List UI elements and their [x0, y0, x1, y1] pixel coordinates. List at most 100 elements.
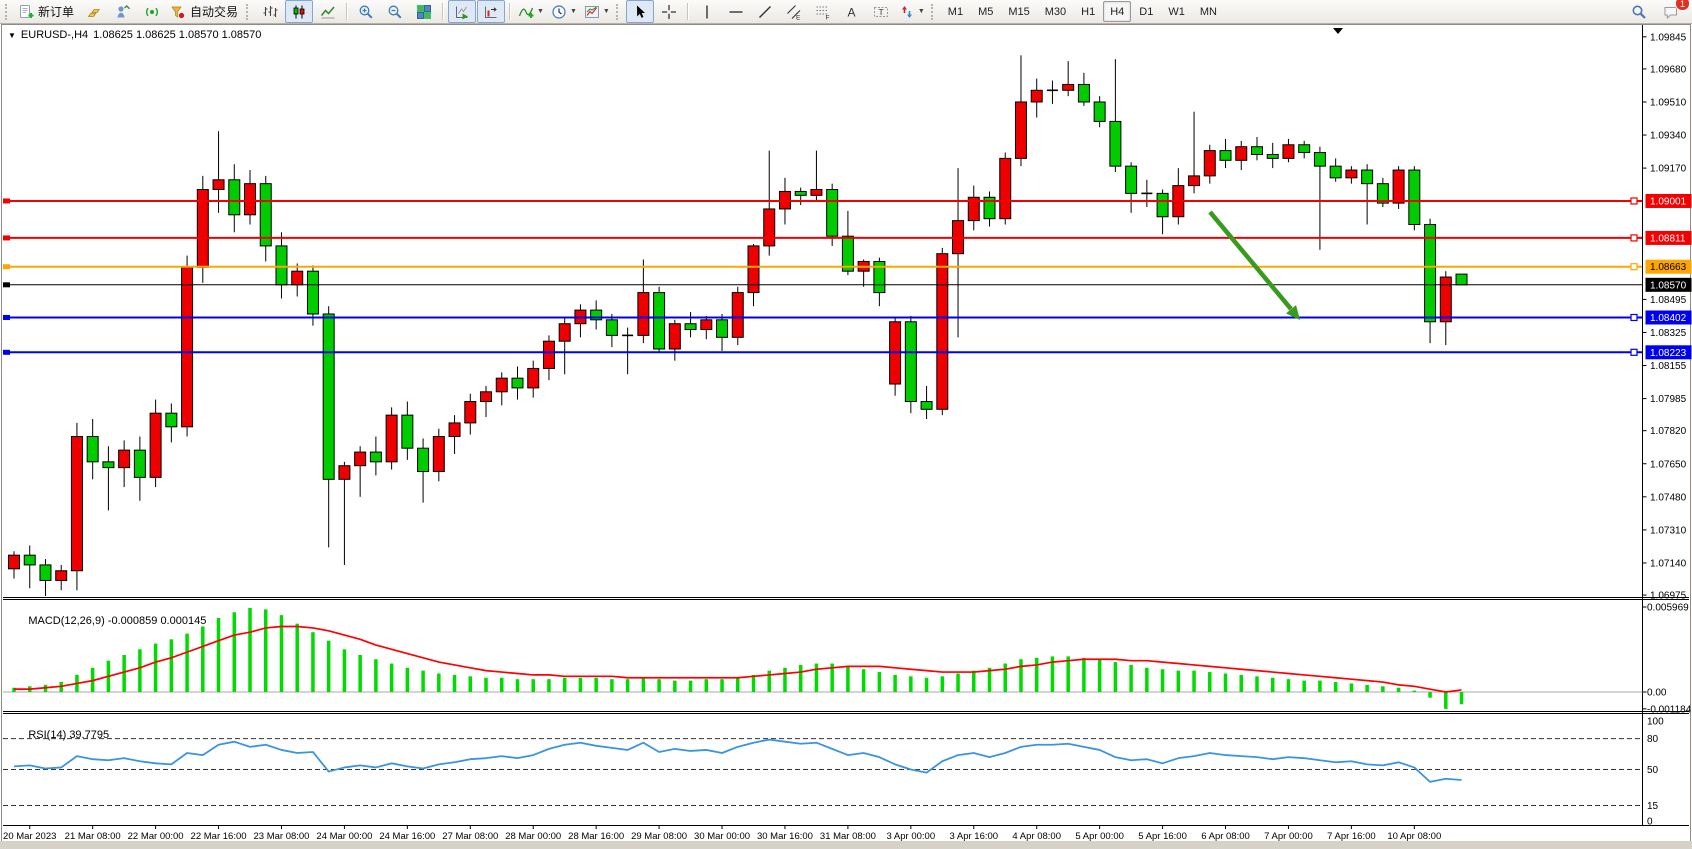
candle	[795, 191, 806, 195]
rsi-axis-label: 50	[1647, 765, 1659, 776]
price-axis-label: 1.08155	[1650, 361, 1687, 372]
toolbar-drag-handle[interactable]	[5, 4, 12, 20]
person-chart-icon	[115, 4, 131, 20]
hline-anchor-square[interactable]	[1631, 264, 1637, 270]
toolbar-drag-handle[interactable]	[246, 4, 253, 20]
arrows-icon	[899, 4, 915, 20]
price-axis-label: 1.08495	[1650, 295, 1687, 306]
hline-anchor-square[interactable]	[1631, 314, 1637, 320]
candle	[1110, 121, 1121, 166]
candle	[654, 293, 665, 349]
macd-indicator-label: MACD(12,26,9) -0.000859 0.000145	[10, 603, 206, 639]
text-label-icon: T	[873, 4, 889, 20]
candle	[1094, 102, 1105, 121]
candle	[1126, 166, 1137, 193]
chart-shift-button[interactable]	[477, 0, 505, 23]
zoom-out-button[interactable]	[381, 0, 409, 23]
trader-navigator-button[interactable]	[109, 0, 137, 23]
candle	[1409, 170, 1420, 224]
candle	[71, 437, 82, 571]
candle	[732, 293, 743, 338]
indicators-dropdown-caret-icon[interactable]: ▼	[537, 8, 544, 15]
chart-canvas[interactable]: 1.090011.088111.086631.085701.084021.082…	[0, 24, 1692, 849]
horizontal-line-icon	[728, 4, 744, 20]
vertical-line-button[interactable]	[693, 0, 721, 23]
timeframe-mn-button[interactable]: MN	[1193, 1, 1224, 22]
timeframe-m15-button[interactable]: M15	[1001, 1, 1036, 22]
candle	[402, 415, 413, 448]
autotrade-icon	[170, 4, 186, 20]
indicators-button[interactable]: ▼	[515, 0, 547, 23]
chart-background	[0, 24, 1692, 849]
candle	[669, 324, 680, 349]
candle	[40, 565, 51, 581]
broadcast-icon	[144, 4, 160, 20]
timeframe-m1-button[interactable]: M1	[941, 1, 970, 22]
svg-text:F: F	[825, 14, 829, 20]
crosshair-button[interactable]	[655, 0, 683, 23]
zoom-out-icon	[387, 4, 403, 20]
equidistant-channel-button[interactable]: E	[780, 0, 808, 23]
text-label-button[interactable]: T	[867, 0, 895, 23]
rsi-indicator-label: RSI(14) 39.7795	[10, 717, 109, 753]
candle	[418, 448, 429, 471]
fibonacci-button[interactable]: F	[809, 0, 837, 23]
hline-anchor-square[interactable]	[1631, 349, 1637, 355]
price-badge-label: 1.08570	[1650, 280, 1687, 291]
cursor-icon	[632, 4, 648, 20]
trendline-button[interactable]	[751, 0, 779, 23]
text-icon: A	[844, 4, 860, 20]
line-chart-button[interactable]	[314, 0, 342, 23]
tile-windows-button[interactable]	[410, 0, 438, 23]
autotrading-button[interactable]: 自动交易	[167, 0, 243, 23]
arrows-button[interactable]: ▼	[896, 0, 928, 23]
candlestick-chart-button[interactable]	[285, 0, 313, 23]
time-axis-label: 7 Apr 16:00	[1327, 831, 1376, 842]
rsi-axis-label: 15	[1647, 801, 1659, 812]
timeframe-h1-button[interactable]: H1	[1074, 1, 1102, 22]
toolbar-separator	[442, 3, 444, 20]
search-button[interactable]	[1625, 0, 1653, 23]
zoom-in-button[interactable]	[352, 0, 380, 23]
horizontal-line-button[interactable]	[722, 0, 750, 23]
periods-dropdown-caret-icon[interactable]: ▼	[570, 8, 577, 15]
price-badge-label: 1.08402	[1650, 313, 1687, 324]
toolbar-separator	[509, 3, 511, 20]
timeframe-w1-button[interactable]: W1	[1161, 1, 1192, 22]
equidistant-channel-icon: E	[786, 4, 802, 20]
cursor-button[interactable]	[626, 0, 654, 23]
candle	[370, 452, 381, 462]
price-badge-label: 1.08223	[1650, 348, 1687, 359]
macd-signal-value: 0.000145	[160, 615, 206, 627]
time-axis-label: 5 Apr 16:00	[1138, 831, 1187, 842]
candle	[685, 324, 696, 330]
chat-button[interactable]: 1	[1657, 0, 1685, 23]
candle	[748, 246, 759, 293]
collapse-arrow-icon[interactable]: ▼	[8, 31, 16, 40]
notification-badge: 1	[1675, 0, 1690, 11]
bar-chart-button[interactable]	[256, 0, 284, 23]
time-axis-label: 21 Mar 08:00	[65, 831, 121, 842]
auto-scroll-button[interactable]	[448, 0, 476, 23]
hline-anchor-square[interactable]	[1631, 198, 1637, 204]
periods-button[interactable]: ▼	[548, 0, 580, 23]
gold-bars-button[interactable]	[80, 0, 108, 23]
timeframe-h4-button[interactable]: H4	[1103, 1, 1131, 22]
hline-anchor-square[interactable]	[1631, 235, 1637, 241]
time-axis-label: 24 Mar 16:00	[379, 831, 435, 842]
templates-dropdown-caret-icon[interactable]: ▼	[603, 8, 610, 15]
timeframe-m5-button[interactable]: M5	[971, 1, 1000, 22]
templates-button[interactable]: ▼	[581, 0, 613, 23]
toolbar-drag-handle[interactable]	[931, 4, 938, 20]
arrows-dropdown-caret-icon[interactable]: ▼	[918, 8, 925, 15]
time-axis-label: 23 Mar 08:00	[253, 831, 309, 842]
broadcast-button[interactable]	[138, 0, 166, 23]
candle	[1314, 153, 1325, 167]
candle	[606, 320, 617, 336]
price-axis-label: 1.09340	[1650, 131, 1687, 142]
toolbar-drag-handle[interactable]	[616, 4, 623, 20]
new-order-button[interactable]: 新订单	[15, 0, 79, 23]
timeframe-m30-button[interactable]: M30	[1038, 1, 1073, 22]
timeframe-d1-button[interactable]: D1	[1132, 1, 1160, 22]
text-button[interactable]: A	[838, 0, 866, 23]
